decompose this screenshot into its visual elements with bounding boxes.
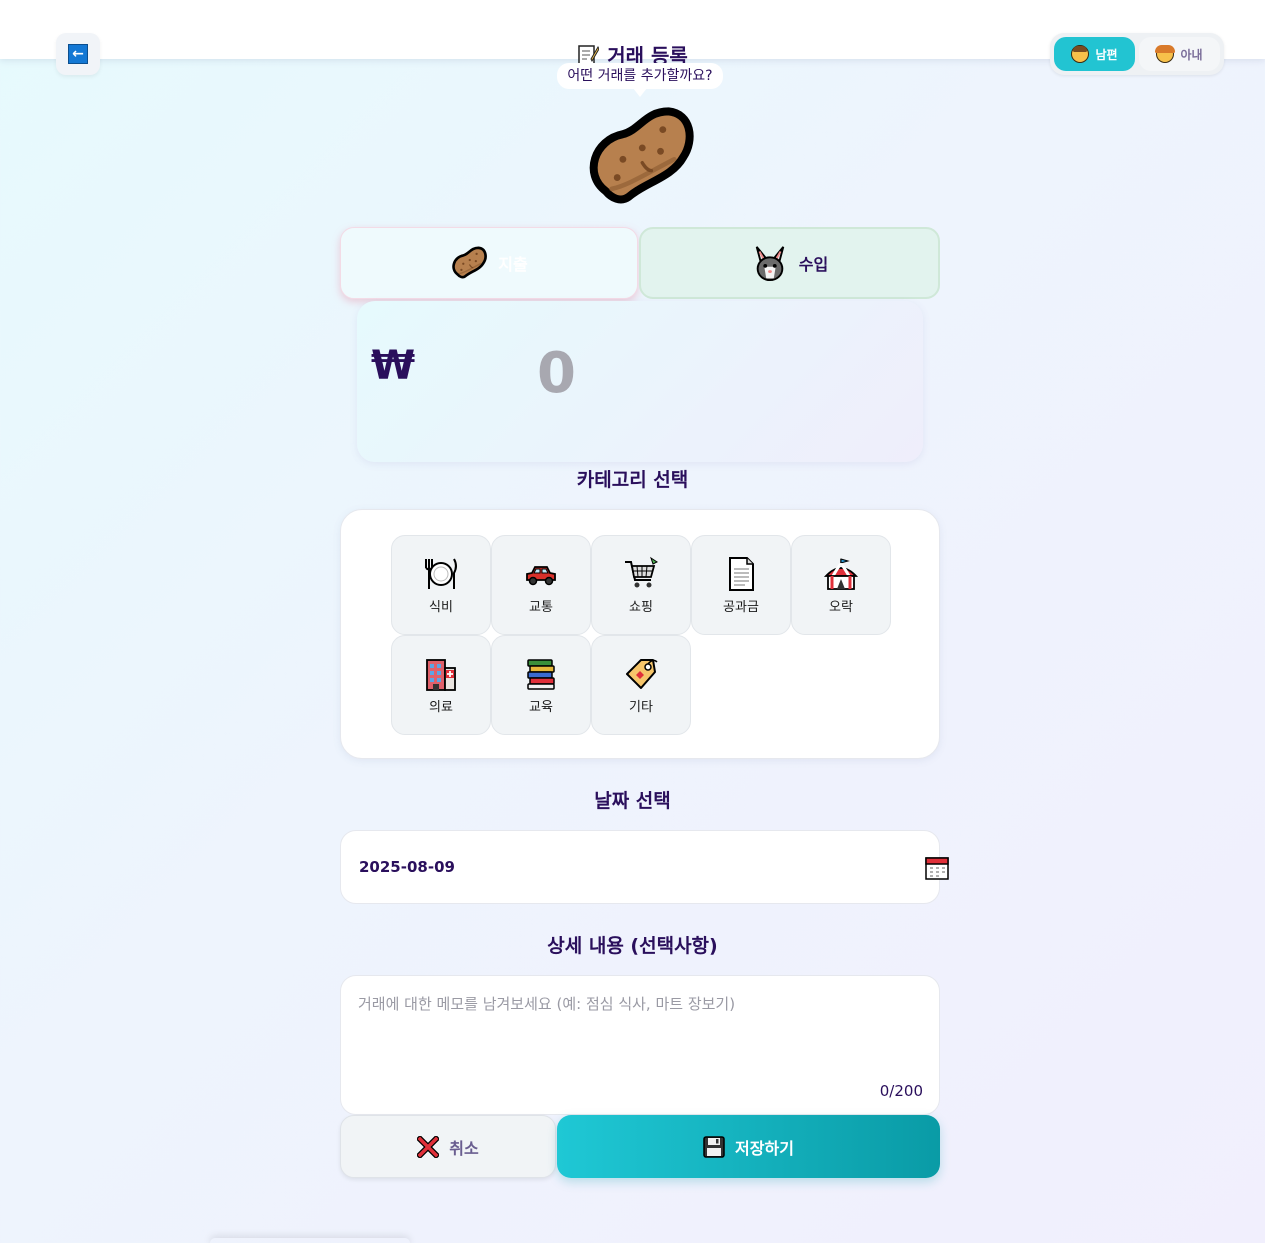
tab-label: 수입 (798, 255, 829, 274)
cancel-button[interactable]: 취소 (340, 1115, 556, 1178)
cross-mark-icon (417, 1135, 440, 1158)
books-icon (527, 658, 555, 690)
tab-income[interactable]: 수입 (639, 227, 940, 299)
transaction-type-tabs: 지출 수입 (340, 227, 940, 299)
hospital-icon (426, 658, 456, 691)
user-option-label: 아내 (1180, 47, 1203, 62)
memo-section-title: 상세 내용 (선택사항) (547, 935, 718, 957)
amount-value: 0 (537, 341, 576, 406)
category-grid: 식비 교통 쇼핑 공과금 오락 의료 교육 기타 (391, 535, 891, 735)
category-label: 공과금 (723, 599, 759, 615)
floppy-disk-icon (703, 1135, 725, 1158)
tag-icon (626, 658, 658, 689)
memo-placeholder: 거래에 대한 메모를 남겨보세요 (예: 점심 식사, 마트 장보기) (358, 995, 736, 1013)
shopping-cart-icon (625, 556, 658, 587)
save-button[interactable]: 저장하기 (557, 1115, 940, 1178)
memo-textarea[interactable]: 거래에 대한 메모를 남겨보세요 (예: 점심 식사, 마트 장보기) 0/20… (340, 975, 940, 1115)
save-label: 저장하기 (735, 1138, 794, 1158)
category-label: 교통 (529, 599, 553, 615)
category-label: 기타 (629, 699, 653, 715)
category-label: 쇼핑 (629, 599, 653, 615)
tab-expense[interactable]: 지출 (340, 227, 638, 299)
user-toggle: 남편 아내 (1050, 33, 1224, 75)
category-utilities[interactable]: 공과금 (691, 535, 791, 635)
category-shopping[interactable]: 쇼핑 (591, 535, 691, 635)
calendar-icon[interactable] (925, 856, 949, 880)
category-transport[interactable]: 교통 (491, 535, 591, 635)
bottom-edge-shadow (210, 1238, 410, 1243)
currency-symbol: ₩ (371, 343, 416, 389)
potato-icon (583, 100, 697, 214)
document-icon (729, 556, 754, 591)
user-option-label: 남편 (1095, 47, 1118, 62)
cancel-label: 취소 (449, 1138, 479, 1158)
amount-input[interactable]: ₩ 0 (357, 301, 923, 462)
category-label: 교육 (529, 699, 553, 715)
category-label: 오락 (829, 599, 853, 615)
category-panel: 식비 교통 쇼핑 공과금 오락 의료 교육 기타 (340, 509, 940, 759)
woman-face-icon (1155, 45, 1176, 63)
date-input[interactable]: 2025-08-09 (340, 830, 949, 904)
category-section-title: 카테고리 선택 (576, 469, 689, 491)
fork-knife-plate-icon (425, 558, 457, 589)
category-food[interactable]: 식비 (391, 535, 491, 635)
man-face-icon (1071, 45, 1090, 63)
category-label: 의료 (429, 699, 453, 715)
rabbit-icon (755, 246, 784, 282)
date-section-title: 날짜 선택 (594, 790, 671, 812)
potato-icon (450, 244, 488, 282)
category-education[interactable]: 교육 (491, 635, 591, 735)
category-label: 식비 (429, 599, 453, 615)
memo-char-counter: 0/200 (879, 1082, 923, 1100)
category-etc[interactable]: 기타 (591, 635, 691, 735)
date-value: 2025-08-09 (359, 858, 455, 876)
category-medical[interactable]: 의료 (391, 635, 491, 735)
user-option-husband[interactable]: 남편 (1054, 37, 1135, 71)
category-entertainment[interactable]: 오락 (791, 535, 891, 635)
user-option-wife[interactable]: 아내 (1139, 37, 1220, 71)
car-icon (526, 565, 556, 585)
tab-label: 지출 (498, 255, 528, 274)
circus-tent-icon (823, 557, 859, 590)
mascot-speech-bubble: 어떤 거래를 추가할까요? (557, 63, 723, 97)
